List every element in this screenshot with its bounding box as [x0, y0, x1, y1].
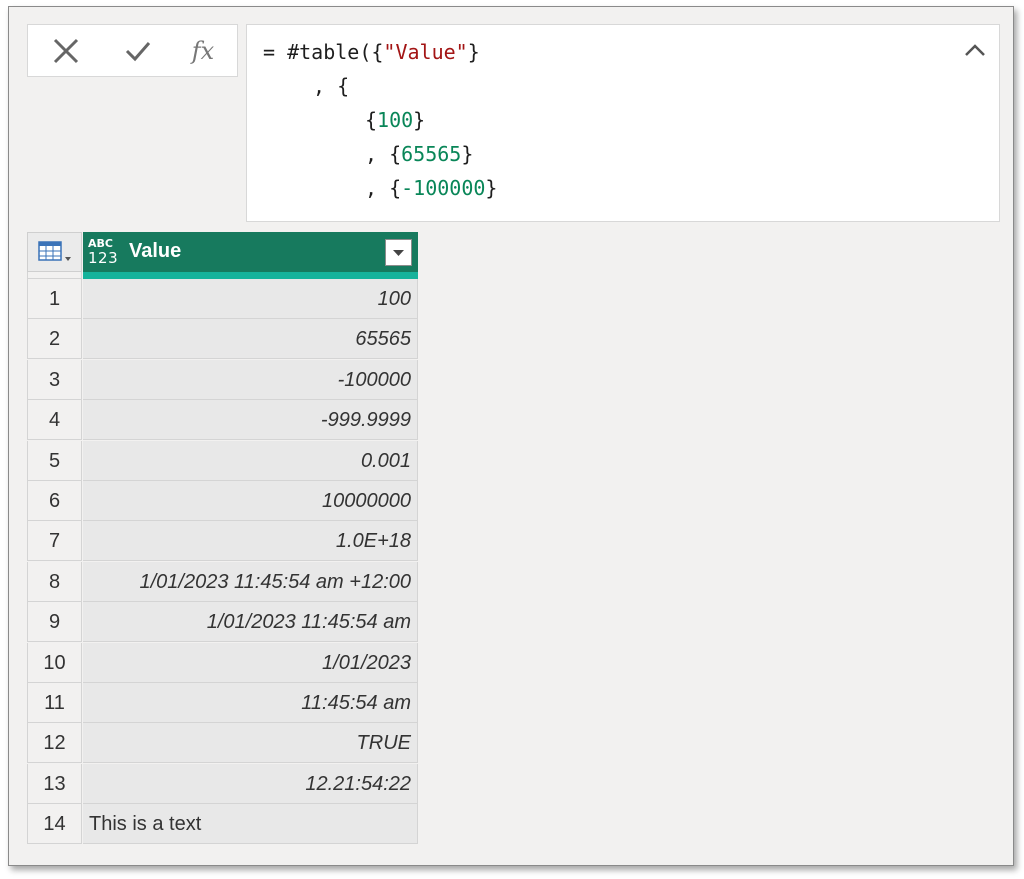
- table-cell-value[interactable]: 10000000: [83, 481, 418, 521]
- row-number[interactable]: 10: [27, 642, 82, 683]
- table-cell-value[interactable]: 11:45:54 am: [83, 683, 418, 723]
- table-row[interactable]: 9 1/01/2023 11:45:54 am: [27, 602, 418, 643]
- table-row[interactable]: 10 1/01/2023: [27, 642, 418, 683]
- row-number[interactable]: 2: [27, 319, 82, 360]
- table-cell-value[interactable]: TRUE: [83, 723, 418, 764]
- formula-line-5: , {-100000}: [365, 176, 498, 200]
- table-row[interactable]: 14 This is a text: [27, 804, 418, 845]
- row-number[interactable]: 5: [27, 440, 82, 481]
- table-row[interactable]: 1 100: [27, 279, 418, 319]
- row-number[interactable]: 6: [27, 481, 82, 521]
- row-number[interactable]: 12: [27, 723, 82, 764]
- table-row[interactable]: 7 1.0E+18: [27, 521, 418, 562]
- table-row[interactable]: 3 -100000: [27, 359, 418, 400]
- table-cell-value[interactable]: 1/01/2023 11:45:54 am: [83, 602, 418, 643]
- table-row[interactable]: 11 11:45:54 am: [27, 683, 418, 723]
- column-title: Value: [129, 240, 182, 262]
- table-row[interactable]: 2 65565: [27, 319, 418, 360]
- table-icon: [38, 241, 71, 261]
- table-cell-value[interactable]: 100: [83, 279, 418, 319]
- table-cell-value[interactable]: 12.21:54:22: [83, 763, 418, 804]
- formula-line-1: = #table({"Value"}: [263, 40, 480, 64]
- table-cell-value[interactable]: 65565: [83, 319, 418, 360]
- rownum-spacer: [27, 272, 82, 279]
- table-cell-value[interactable]: 1/01/2023: [83, 642, 418, 683]
- chevron-down-icon: [393, 250, 404, 256]
- check-icon: [125, 41, 151, 61]
- row-number[interactable]: 4: [27, 400, 82, 441]
- table-menu-button[interactable]: [27, 232, 82, 272]
- column-header-value[interactable]: ABC 123 Value: [83, 232, 418, 272]
- row-number[interactable]: 13: [27, 763, 82, 804]
- formula-bar[interactable]: = #table({"Value"} , { {100} , {65565} ,…: [246, 24, 1000, 222]
- table-cell-value[interactable]: 1/01/2023 11:45:54 am +12:00: [83, 561, 418, 602]
- row-number[interactable]: 11: [27, 683, 82, 723]
- row-number[interactable]: 3: [27, 359, 82, 400]
- table-row[interactable]: 12 TRUE: [27, 723, 418, 764]
- table-cell-value[interactable]: This is a text: [83, 804, 418, 845]
- row-number[interactable]: 7: [27, 521, 82, 562]
- commit-button[interactable]: [108, 25, 168, 76]
- any-type-icon[interactable]: ABC 123: [88, 237, 118, 266]
- column-filter-button[interactable]: [385, 239, 412, 266]
- table-cell-value[interactable]: 1.0E+18: [83, 521, 418, 562]
- cancel-button[interactable]: [36, 25, 96, 76]
- fx-button[interactable]: fx: [173, 25, 233, 76]
- row-number[interactable]: 14: [27, 804, 82, 845]
- fx-label: fx: [191, 36, 215, 65]
- table-row[interactable]: 4 -999.9999: [27, 400, 418, 441]
- formula-line-4: , {65565}: [365, 142, 474, 166]
- chevron-up-icon: [965, 44, 985, 56]
- table-row[interactable]: 8 1/01/2023 11:45:54 am +12:00: [27, 561, 418, 602]
- table-row[interactable]: 13 12.21:54:22: [27, 763, 418, 804]
- row-number[interactable]: 8: [27, 561, 82, 602]
- table-row[interactable]: 6 10000000: [27, 481, 418, 521]
- formula-line-2: , {: [313, 74, 350, 98]
- table-row[interactable]: 5 0.001: [27, 440, 418, 481]
- close-icon: [53, 38, 79, 63]
- collapse-formula-button[interactable]: [963, 39, 987, 63]
- row-number[interactable]: 1: [27, 279, 82, 319]
- table-cell-value[interactable]: 0.001: [83, 440, 418, 481]
- table-cell-value[interactable]: -100000: [83, 359, 418, 400]
- formula-line-3: {100}: [365, 108, 426, 132]
- row-number[interactable]: 9: [27, 602, 82, 643]
- formula-toolbar: fx: [27, 24, 238, 77]
- column-quality-bar: [83, 272, 418, 279]
- table-cell-value[interactable]: -999.9999: [83, 400, 418, 441]
